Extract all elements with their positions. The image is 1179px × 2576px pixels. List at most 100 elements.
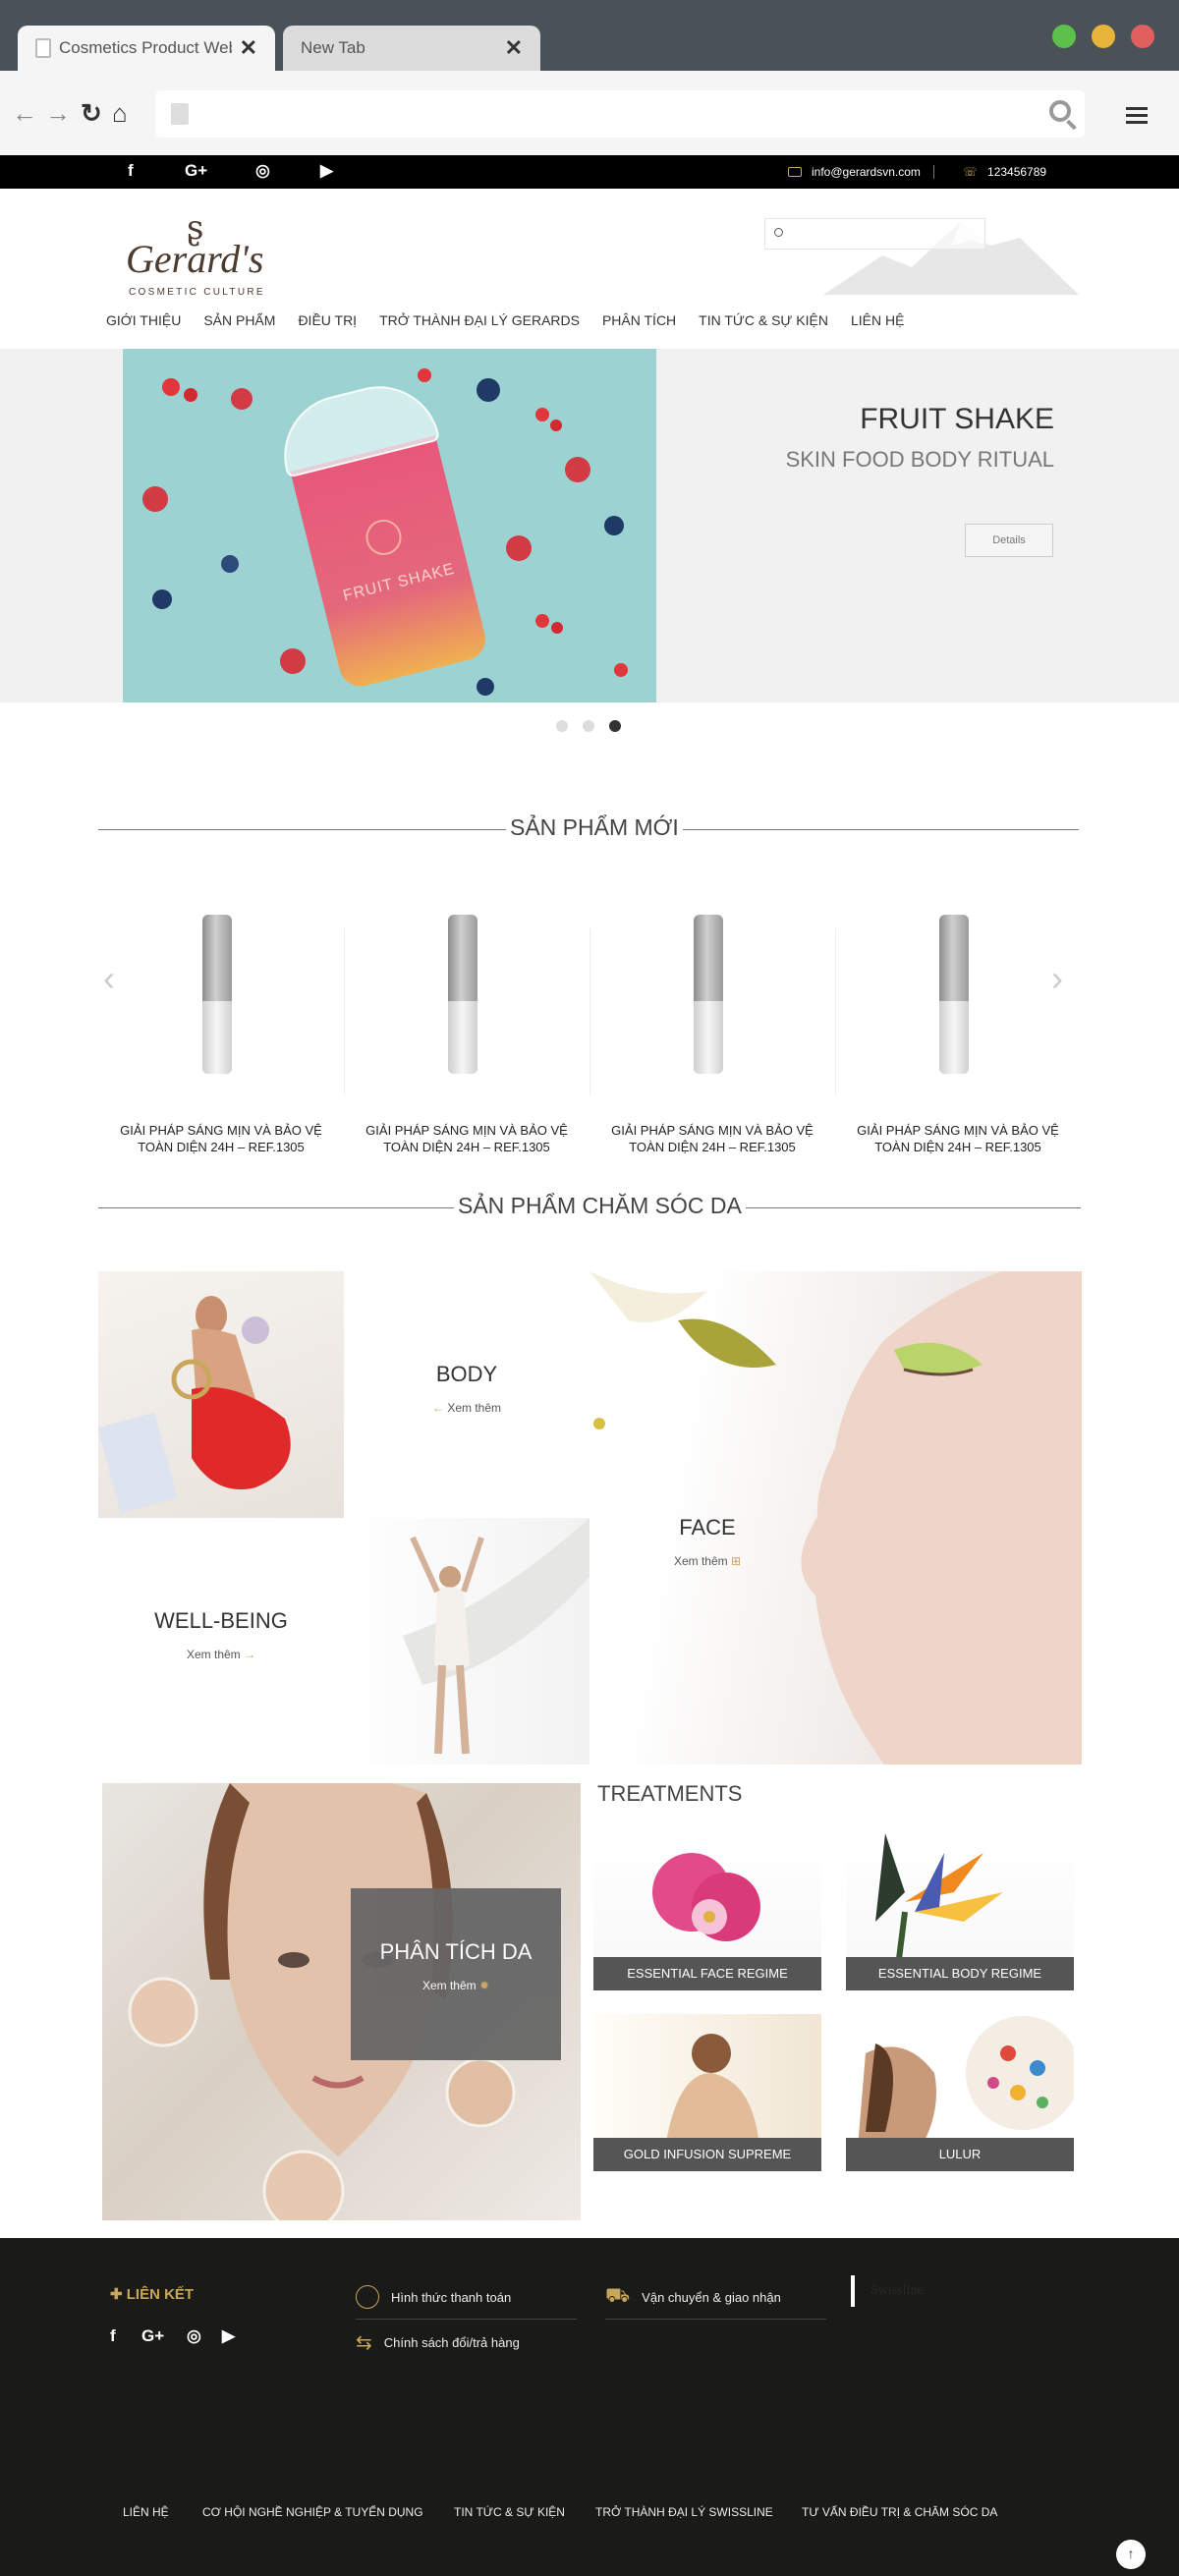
truck-icon: ⛟: [605, 2285, 631, 2307]
nav-item-products[interactable]: SẢN PHẨM: [203, 312, 275, 328]
slider-dot-1[interactable]: [556, 720, 568, 732]
arrow-right-icon: →: [240, 1648, 256, 1661]
body-more-link[interactable]: ← Xem thêm: [344, 1401, 590, 1415]
phone-contact[interactable]: ☏ 123456789: [963, 165, 1046, 179]
facebook-icon[interactable]: f: [110, 2326, 116, 2346]
hero-subtitle: SKIN FOOD BODY RITUAL: [785, 447, 1054, 472]
nav-item-about[interactable]: GIỚI THIỆU: [106, 312, 181, 328]
product-card[interactable]: GIẢI PHÁP SÁNG MỊN VÀ BẢO VỆ TOÀN DIỆN 24…: [344, 889, 590, 1164]
forward-icon[interactable]: →: [45, 98, 71, 128]
face-more-link[interactable]: Xem thêm ⊞: [590, 1554, 825, 1568]
skin-care-title: SẢN PHẨM CHĂM SÓC DA: [454, 1193, 746, 1219]
close-window-icon[interactable]: [1131, 25, 1154, 48]
browser-toolbar: ← → ↻ ⌂: [0, 71, 1179, 155]
product-card[interactable]: GIẢI PHÁP SÁNG MỊN VÀ BẢO VỆ TOÀN DIỆN 24…: [835, 889, 1081, 1164]
nav-item-news[interactable]: TIN TỨC & SỰ KIỆN: [699, 312, 828, 328]
exchange-icon: ⇆: [356, 2332, 372, 2354]
skin-analysis-more-link[interactable]: Xem thêm ✹: [351, 1979, 561, 1992]
googleplus-icon[interactable]: G+: [185, 161, 207, 181]
treatment-label: LULUR: [846, 2138, 1074, 2171]
maximize-icon[interactable]: [1052, 25, 1076, 48]
treatment-card[interactable]: ESSENTIAL BODY REGIME: [846, 1833, 1074, 1990]
product-card[interactable]: GIẢI PHÁP SÁNG MỊN VÀ BẢO VỆ TOÀN DIỆN 24…: [590, 889, 835, 1164]
footer-link-news[interactable]: TIN TỨC & SỰ KIỆN: [454, 2505, 565, 2519]
instagram-icon[interactable]: ◎: [255, 161, 270, 181]
divider: [933, 165, 934, 179]
divider: [851, 2275, 855, 2307]
logo-tagline: COSMETIC CULTURE: [129, 287, 265, 298]
googleplus-icon[interactable]: G+: [141, 2326, 164, 2346]
treatment-card[interactable]: LULUR: [846, 2014, 1074, 2171]
face-image: FACE Xem thêm ⊞: [590, 1271, 1082, 1764]
facebook-icon[interactable]: f: [128, 161, 134, 181]
page-icon: [171, 103, 189, 125]
youtube-icon[interactable]: ▶: [222, 2326, 235, 2346]
details-button[interactable]: Details: [965, 524, 1053, 557]
search-icon: [774, 228, 783, 237]
phone-text: 123456789: [987, 165, 1047, 179]
footer-link-become-agent[interactable]: TRỞ THÀNH ĐẠI LÝ SWISSLINE: [595, 2505, 773, 2519]
close-tab-icon[interactable]: ✕: [505, 35, 523, 61]
home-icon[interactable]: ⌂: [112, 98, 128, 128]
tab-label: New Tab: [301, 38, 365, 57]
search-input[interactable]: [789, 219, 981, 249]
browser-chrome: Cosmetics Product Web.. ✕ New Tab ✕ ← → …: [0, 0, 1179, 155]
minimize-icon[interactable]: [1092, 25, 1115, 48]
product-image: [694, 915, 723, 1074]
skin-analysis-card[interactable]: PHÂN TÍCH DA Xem thêm ✹: [351, 1888, 561, 2060]
mail-icon: [788, 167, 802, 177]
body-image: [344, 1518, 590, 1764]
links-title: ✚ LIÊN KẾT: [110, 2286, 195, 2303]
product-name: GIẢI PHÁP SÁNG MỊN VÀ BẢO VỆ TOÀN DIỆN 24…: [120, 1123, 322, 1154]
brand-logo[interactable]: ʂ Gerard's COSMETIC CULTURE: [126, 208, 273, 298]
treatment-card[interactable]: ESSENTIAL FACE REGIME: [593, 1833, 821, 1990]
product-name: GIẢI PHÁP SÁNG MỊN VÀ BẢO VỆ TOÀN DIỆN 24…: [365, 1123, 568, 1154]
nav-item-contact[interactable]: LIÊN HỆ: [851, 312, 904, 328]
hero-slider: FRUIT SHAKE FRUIT SHAKE SKIN FOOD BODY R…: [0, 349, 1179, 702]
arrow-left-icon: ←: [431, 1401, 448, 1415]
treatment-card[interactable]: GOLD INFUSION SUPREME: [593, 2014, 821, 2171]
slider-dot-3[interactable]: [609, 720, 621, 732]
returns-link[interactable]: ⇆ Chính sách đổi/trả hàng: [356, 2330, 520, 2355]
instagram-icon[interactable]: ◎: [187, 2326, 201, 2346]
body-tile[interactable]: BODY ← Xem thêm: [344, 1271, 590, 1518]
product-card[interactable]: GIẢI PHÁP SÁNG MỊN VÀ BẢO VỆ TOÀN DIỆN 24…: [98, 889, 344, 1164]
footer-link-consulting[interactable]: TƯ VẤN ĐIỀU TRỊ & CHĂM SÓC DA: [802, 2505, 997, 2519]
footer-link-careers[interactable]: CƠ HỘI NGHỀ NGHIỆP & TUYỂN DỤNG: [202, 2505, 423, 2519]
plus-icon: ✹: [476, 1979, 490, 1992]
face-title: FACE: [679, 1515, 736, 1540]
tab-cosmetics[interactable]: Cosmetics Product Web.. ✕: [18, 26, 275, 71]
back-to-top-button[interactable]: ↑: [1116, 2540, 1146, 2569]
divider: [356, 2319, 577, 2320]
footer: ✚ LIÊN KẾT f G+ ◎ ▶ Hình thức thanh toán…: [0, 2238, 1179, 2576]
tab-new[interactable]: New Tab ✕: [283, 26, 540, 71]
slider-dot-2[interactable]: [583, 720, 594, 732]
back-icon[interactable]: ←: [12, 98, 37, 128]
hero-image: FRUIT SHAKE: [123, 349, 656, 702]
footer-link-contact[interactable]: LIÊN HỆ: [123, 2505, 169, 2519]
product-image: [202, 915, 232, 1074]
shipping-link[interactable]: ⛟ Vận chuyển & giao nhận: [605, 2285, 781, 2310]
phone-icon: ☏: [963, 165, 979, 179]
product-image: [939, 915, 969, 1074]
youtube-icon[interactable]: ▶: [320, 161, 333, 181]
wellbeing-more-link[interactable]: Xem thêm →: [98, 1648, 344, 1661]
address-bar[interactable]: [155, 90, 1085, 138]
product-name: GIẢI PHÁP SÁNG MỊN VÀ BẢO VỆ TOÀN DIỆN 24…: [857, 1123, 1059, 1154]
nav-item-analysis[interactable]: PHÂN TÍCH: [602, 312, 676, 328]
divider: [605, 2319, 826, 2320]
body-title: BODY: [435, 1362, 498, 1386]
nav-item-become-agent[interactable]: TRỞ THÀNH ĐẠI LÝ GERARDS: [379, 312, 580, 328]
swissline-logo[interactable]: Swissline: [870, 2283, 924, 2299]
reload-icon[interactable]: ↻: [81, 98, 102, 128]
site-search[interactable]: [764, 218, 985, 250]
payment-link[interactable]: Hình thức thanh toán: [356, 2285, 511, 2309]
wellbeing-tile[interactable]: WELL-BEING Xem thêm →: [98, 1518, 344, 1764]
search-icon[interactable]: [1049, 100, 1071, 122]
hero-title: FRUIT SHAKE: [860, 403, 1054, 435]
treatment-label: ESSENTIAL BODY REGIME: [846, 1957, 1074, 1990]
email-contact[interactable]: info@gerardsvn.com: [788, 165, 921, 179]
nav-item-treatment[interactable]: ĐIỀU TRỊ: [298, 312, 357, 328]
menu-icon[interactable]: [1126, 107, 1148, 128]
close-tab-icon[interactable]: ✕: [240, 35, 257, 61]
